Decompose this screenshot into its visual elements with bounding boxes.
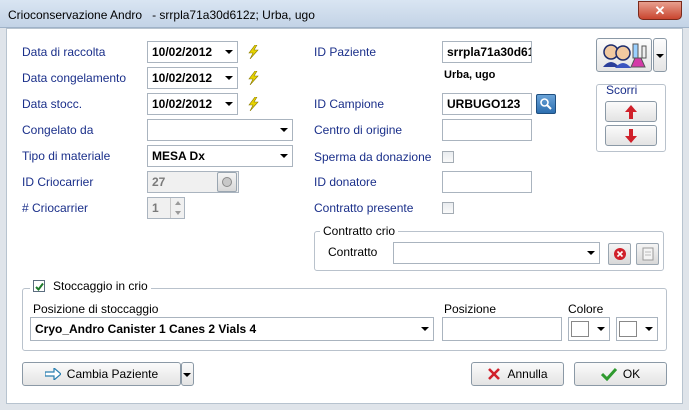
stoccaggio-group-header: Stoccaggio in crio <box>30 279 151 293</box>
centro-origine-label: Centro di origine <box>314 123 403 137</box>
num-criocarrier-value: 1 <box>152 201 159 215</box>
chevron-down-icon[interactable] <box>280 154 288 158</box>
cancel-x-icon <box>488 368 501 380</box>
magnifier-icon <box>540 98 552 110</box>
close-icon: ✕ <box>654 2 666 18</box>
colore-select-1[interactable] <box>568 317 610 341</box>
tipo-materiale-select[interactable]: MESA Dx <box>147 145 293 167</box>
color-swatch <box>571 321 589 337</box>
data-stocc-value: 10/02/2012 <box>152 97 213 111</box>
chevron-down-icon <box>656 54 664 58</box>
chevron-down-icon[interactable] <box>225 50 233 54</box>
colore-label: Colore <box>568 302 604 316</box>
posizione-stoccaggio-select[interactable]: Cryo_Andro Canister 1 Canes 2 Vials 4 <box>30 317 434 341</box>
id-campione-field[interactable]: URBUGO123 <box>442 93 532 115</box>
arrow-up-icon <box>625 104 637 119</box>
chevron-down-icon[interactable] <box>645 327 653 331</box>
posizione-stoccaggio-value: Cryo_Andro Canister 1 Canes 2 Vials 4 <box>35 322 257 336</box>
scroll-down-button[interactable] <box>605 125 657 146</box>
contratto-select[interactable] <box>393 242 600 264</box>
num-criocarrier-label: # Criocarrier <box>22 201 89 215</box>
congelato-da-label: Congelato da <box>22 123 94 137</box>
patient-tests-button[interactable] <box>596 38 652 72</box>
data-congelamento-label: Data congelamento <box>22 71 127 85</box>
posizione-label: Posizione <box>444 302 497 316</box>
arrow-down-icon <box>625 128 637 143</box>
stepper-arrows <box>170 198 184 218</box>
chevron-down-icon[interactable] <box>587 251 595 255</box>
stoccaggio-group-label: Stoccaggio in crio <box>53 279 148 293</box>
colore-select-2[interactable] <box>616 317 658 341</box>
lightning-icon[interactable] <box>247 45 259 59</box>
contratto-presente-label: Contratto presente <box>314 201 414 215</box>
tipo-materiale-label: Tipo di materiale <box>22 149 111 163</box>
patient-name: Urba, ugo <box>444 69 496 81</box>
id-donatore-label: ID donatore <box>314 175 377 189</box>
data-congelamento-field[interactable]: 10/02/2012 <box>147 67 238 89</box>
data-raccolta-value: 10/02/2012 <box>152 45 213 59</box>
annulla-label: Annulla <box>507 367 548 381</box>
stoccaggio-checkbox[interactable] <box>33 280 45 292</box>
hand-icon <box>222 177 232 187</box>
delete-icon <box>613 248 626 260</box>
data-raccolta-label: Data di raccolta <box>22 45 106 59</box>
id-paziente-label: ID Paziente <box>314 45 377 59</box>
lightning-icon[interactable] <box>247 97 259 111</box>
tipo-materiale-value: MESA Dx <box>152 149 205 163</box>
id-criocarrier-label: ID Criocarrier <box>22 175 94 189</box>
id-donatore-field[interactable] <box>442 171 532 193</box>
cambia-paziente-label: Cambia Paziente <box>66 367 159 381</box>
cambia-paziente-button[interactable]: Cambia Paziente <box>22 362 181 386</box>
posizione-stoccaggio-label: Posizione di stoccaggio <box>33 302 159 316</box>
data-raccolta-field[interactable]: 10/02/2012 <box>147 41 238 63</box>
chevron-down-icon <box>183 373 191 377</box>
scroll-up-button[interactable] <box>605 101 657 122</box>
annulla-button[interactable]: Annulla <box>471 362 564 386</box>
close-button[interactable]: ✕ <box>638 1 682 20</box>
data-congelamento-value: 10/02/2012 <box>152 71 213 85</box>
window-title: Crioconservazione Andro - srrpla71a30d61… <box>8 8 315 22</box>
clear-contratto-button[interactable] <box>608 243 631 265</box>
centro-origine-field[interactable] <box>442 119 532 141</box>
contratto-label: Contratto <box>328 245 378 259</box>
sperma-donazione-label: Sperma da donazione <box>314 150 432 164</box>
window-title-detail: - srrpla71a30d612z; Urba, ugo <box>152 8 315 22</box>
window-title-text: Crioconservazione Andro <box>8 8 143 22</box>
id-campione-label: ID Campione <box>314 97 385 111</box>
patients-lab-icon <box>603 43 647 68</box>
lightning-icon[interactable] <box>247 71 259 85</box>
chevron-down-icon[interactable] <box>225 102 233 106</box>
id-campione-value: URBUGO123 <box>447 97 521 111</box>
patient-tests-dropdown[interactable] <box>653 38 667 72</box>
contratto-presente-checkbox[interactable] <box>442 202 454 214</box>
criocarrier-lookup-button <box>217 172 237 192</box>
congelato-da-select[interactable] <box>147 119 293 141</box>
checkmark-icon <box>35 282 44 292</box>
chevron-down-icon[interactable] <box>421 327 429 331</box>
data-stocc-field[interactable]: 10/02/2012 <box>147 93 238 115</box>
id-paziente-value: srrpla71a30d61 <box>447 45 532 59</box>
data-stocc-label: Data stocc. <box>22 97 83 111</box>
stepper-icon <box>175 201 181 215</box>
ok-button[interactable]: OK <box>574 362 667 386</box>
document-icon <box>642 247 653 261</box>
checkmark-icon <box>600 367 617 381</box>
posizione-field[interactable] <box>442 317 562 341</box>
id-paziente-field[interactable]: srrpla71a30d61 <box>442 41 532 63</box>
chevron-down-icon[interactable] <box>280 128 288 132</box>
chevron-down-icon[interactable] <box>225 76 233 80</box>
sperma-donazione-checkbox[interactable] <box>442 151 454 163</box>
ok-label: OK <box>622 367 641 381</box>
arrow-right-icon <box>44 368 61 380</box>
scroll-label: Scorri <box>606 83 638 97</box>
chevron-down-icon[interactable] <box>597 327 605 331</box>
contratto-crio-group-label: Contratto crio <box>320 224 399 238</box>
id-criocarrier-value: 27 <box>152 175 166 189</box>
cambia-paziente-dropdown[interactable] <box>181 362 194 386</box>
search-campione-button[interactable] <box>536 94 556 114</box>
color-swatch <box>619 321 637 337</box>
open-contratto-button[interactable] <box>636 243 659 265</box>
